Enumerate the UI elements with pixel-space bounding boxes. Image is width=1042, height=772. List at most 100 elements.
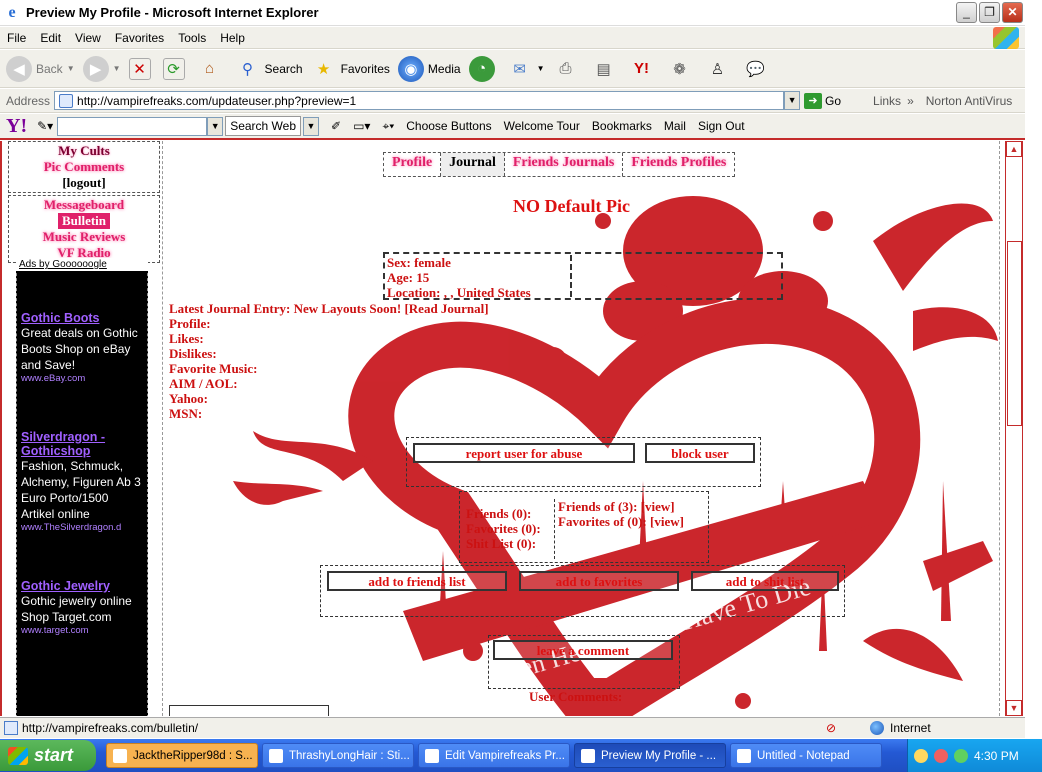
media-button[interactable]: ◉ Media	[397, 55, 461, 82]
search-web-dropdown[interactable]: ▼	[303, 116, 319, 136]
menu-edit[interactable]: Edit	[33, 31, 68, 45]
friends-of-count[interactable]: Friends of (3): [view]	[558, 499, 684, 514]
edit-button[interactable]: ▤	[591, 56, 621, 82]
window-icon[interactable]: ▭▾	[353, 119, 370, 133]
ad-item[interactable]: Gothic Jewelry Gothic jewelry online Sho…	[17, 579, 147, 636]
search-web-button[interactable]: Search Web	[225, 116, 301, 136]
maximize-button[interactable]: ❐	[979, 2, 1000, 23]
home-button[interactable]: ⌂	[197, 56, 227, 82]
menu-favorites[interactable]: Favorites	[108, 31, 171, 45]
profile-details: Latest Journal Entry: New Layouts Soon! …	[169, 301, 489, 421]
tab-profile[interactable]: Profile	[384, 153, 442, 176]
ads-header[interactable]: Ads by Goooooogle	[16, 258, 148, 271]
nav-my-cults[interactable]: My Cults	[9, 143, 159, 159]
address-dropdown[interactable]: ▼	[784, 91, 801, 110]
yahoo-search-dropdown[interactable]: ▼	[207, 116, 224, 136]
nav-pic-comments[interactable]: Pic Comments	[9, 159, 159, 175]
messenger-button[interactable]: ♙	[705, 56, 735, 82]
yahoo-y-icon: Y!	[634, 60, 650, 77]
clock[interactable]: 4:30 PM	[974, 749, 1019, 763]
task-button[interactable]: ThrashyLongHair : Sti...	[262, 743, 414, 768]
ad-item[interactable]: Gothic Boots Great deals on Gothic Boots…	[17, 311, 147, 384]
add-favorites-button[interactable]: add to favorites	[519, 571, 679, 591]
sign-out[interactable]: Sign Out	[698, 119, 745, 133]
report-user-button[interactable]: report user for abuse	[413, 443, 635, 463]
norton-label[interactable]: Norton AntiVirus	[926, 94, 1013, 108]
print-button[interactable]: ⎙	[553, 56, 583, 82]
vertical-scrollbar[interactable]: ▲ ▼	[1005, 141, 1023, 716]
go-button[interactable]: ➜ Go	[804, 92, 841, 109]
yahoo-button[interactable]: Y!	[629, 56, 659, 82]
shitlist-count[interactable]: Shit List (0):	[466, 536, 541, 551]
ie-window: e Preview My Profile - Microsoft Interne…	[0, 0, 1042, 772]
google-ads: Ads by Goooooogle Gothic Boots Great dea…	[16, 258, 148, 716]
task-button[interactable]: Preview My Profile - ...	[574, 743, 726, 768]
welcome-tour[interactable]: Welcome Tour	[504, 119, 580, 133]
target-icon[interactable]: ⌖▾	[382, 119, 394, 134]
leave-comment-button[interactable]: leave a comment	[493, 640, 673, 660]
scroll-thumb[interactable]	[1007, 241, 1022, 426]
add-shitlist-button[interactable]: add to shit list	[691, 571, 839, 591]
nav-bulletin[interactable]: Bulletin	[57, 213, 111, 229]
tab-friends-journals[interactable]: Friends Journals	[505, 153, 624, 176]
add-friends-button[interactable]: add to friends list	[327, 571, 507, 591]
page-content: My Cults Pic Comments [logout] Messagebo…	[0, 141, 1006, 716]
minimize-button[interactable]: _	[956, 2, 977, 23]
menu-view[interactable]: View	[68, 31, 108, 45]
menu-bar: File Edit View Favorites Tools Help	[0, 27, 1025, 49]
ie-icon: e	[8, 3, 16, 21]
discuss-button[interactable]: 💬	[743, 56, 773, 82]
back-arrow-icon: ◀	[6, 55, 32, 82]
task-button[interactable]: Edit Vampirefreaks Pr...	[418, 743, 570, 768]
search-button[interactable]: ⚲ Search	[235, 56, 303, 82]
refresh-button[interactable]: ⟳	[162, 57, 189, 80]
pencil-icon[interactable]: ✎▾	[37, 119, 53, 133]
links-label[interactable]: Links	[873, 94, 901, 108]
task-button[interactable]: Untitled - Notepad	[730, 743, 882, 768]
address-input[interactable]: http://vampirefreaks.com/updateuser.php?…	[54, 91, 785, 110]
friends-count[interactable]: Friends (0):	[466, 506, 541, 521]
yahoo-search-input[interactable]	[57, 116, 208, 136]
stop-icon: ✕	[128, 57, 151, 80]
close-button[interactable]: ✕	[1002, 2, 1023, 23]
detail-yahoo: Yahoo:	[169, 391, 209, 406]
mail[interactable]: Mail	[664, 119, 686, 133]
tray-icon[interactable]	[934, 748, 948, 763]
ad-item[interactable]: Silverdragon - Gothicshop Fashion, Schmu…	[17, 430, 147, 533]
tray-icon[interactable]	[954, 748, 968, 763]
taskbar: start JacktheRipper98d : S... ThrashyLon…	[0, 739, 1042, 772]
nav-music-reviews[interactable]: Music Reviews	[9, 229, 159, 245]
menu-file[interactable]: File	[0, 31, 33, 45]
star-icon: ★	[316, 60, 331, 78]
block-user-button[interactable]: block user	[645, 443, 755, 463]
nav-messageboard[interactable]: Messageboard	[9, 197, 159, 213]
tray-icon[interactable]	[914, 748, 928, 763]
choose-buttons[interactable]: Choose Buttons	[406, 119, 491, 133]
globe-icon: ◉	[397, 55, 424, 82]
settings-button[interactable]: ❁	[667, 56, 697, 82]
task-button[interactable]: JacktheRipper98d : S...	[106, 743, 258, 768]
comment-table-edge	[169, 705, 329, 716]
nav-logout[interactable]: [logout]	[9, 175, 159, 191]
edit-page-icon: ▤	[596, 60, 611, 78]
yahoo-logo[interactable]: Y!	[6, 115, 27, 138]
bookmarks[interactable]: Bookmarks	[592, 119, 652, 133]
tab-journal[interactable]: Journal	[441, 153, 505, 176]
scroll-down-icon[interactable]: ▼	[1006, 700, 1022, 716]
scroll-up-icon[interactable]: ▲	[1006, 141, 1022, 157]
latest-journal[interactable]: Latest Journal Entry: New Layouts Soon! …	[169, 301, 489, 316]
tab-friends-profiles[interactable]: Friends Profiles	[623, 153, 734, 176]
start-button[interactable]: start	[0, 740, 96, 771]
favorites-count[interactable]: Favorites (0):	[466, 521, 541, 536]
favorites-button[interactable]: ★ Favorites	[311, 56, 390, 82]
menu-help[interactable]: Help	[213, 31, 252, 45]
back-button[interactable]: ◀ Back ▼	[6, 55, 75, 82]
menu-tools[interactable]: Tools	[171, 31, 213, 45]
popup-blocked-icon[interactable]: ⊘	[826, 721, 836, 735]
history-button[interactable]: ◔	[468, 55, 499, 82]
forward-button[interactable]: ▶ ▼	[82, 55, 121, 82]
highlight-icon[interactable]: ✐	[331, 119, 341, 133]
mail-button[interactable]: ✉ ▼	[507, 56, 544, 82]
favorites-of-count[interactable]: Favorites of (0): [view]	[558, 514, 684, 529]
stop-button[interactable]: ✕	[128, 57, 155, 80]
